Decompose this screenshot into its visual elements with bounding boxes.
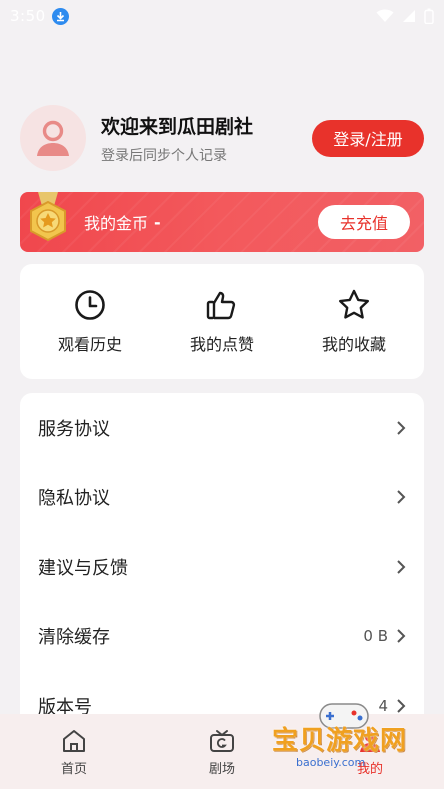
avatar[interactable] xyxy=(20,105,86,171)
thumbs-up-icon xyxy=(206,291,236,320)
status-time: 3:50 xyxy=(10,7,46,25)
menu-item-feedback[interactable]: 建议与反馈 xyxy=(20,532,424,602)
medal-icon xyxy=(30,192,66,242)
menu-item-clear-cache[interactable]: 清除缓存 0 B xyxy=(20,602,424,672)
download-icon xyxy=(51,7,69,25)
watermark-url: baobeiy.com xyxy=(296,756,366,769)
watermark-logo: 宝贝游戏网 baobeiy.com xyxy=(270,690,440,780)
coin-label: 我的金币 xyxy=(84,214,149,233)
quick-actions-card: 观看历史 我的点赞 我的收藏 xyxy=(20,264,424,379)
menu-label: 服务协议 xyxy=(38,418,110,440)
clock-icon xyxy=(75,290,105,320)
recharge-button[interactable]: 去充值 xyxy=(318,205,410,239)
wifi-icon xyxy=(376,9,394,22)
user-avatar-icon xyxy=(37,120,69,156)
home-icon xyxy=(63,730,85,752)
cache-size: 0 B xyxy=(363,627,388,646)
coin-banner: 我的金币 - 去充值 xyxy=(20,192,424,252)
star-icon xyxy=(339,289,369,319)
menu-label: 隐私协议 xyxy=(38,488,110,510)
quick-item-favorites[interactable]: 我的收藏 xyxy=(294,288,414,355)
menu-item-service-agreement[interactable]: 服务协议 xyxy=(20,393,424,463)
quick-item-label: 我的点赞 xyxy=(189,335,254,354)
status-bar: 3:50 xyxy=(0,0,444,32)
battery-icon xyxy=(424,8,434,24)
quick-item-label: 我的收藏 xyxy=(321,335,386,354)
nav-item-home[interactable]: 首页 xyxy=(0,714,148,789)
welcome-subtitle: 登录后同步个人记录 xyxy=(101,147,227,164)
signal-icon xyxy=(403,10,415,22)
quick-item-history[interactable]: 观看历史 xyxy=(30,288,150,355)
welcome-title: 欢迎来到瓜田剧社 xyxy=(101,115,254,138)
menu-item-privacy-agreement[interactable]: 隐私协议 xyxy=(20,463,424,533)
nav-label: 剧场 xyxy=(208,762,235,777)
login-register-button[interactable]: 登录/注册 xyxy=(312,119,424,157)
chevron-right-icon xyxy=(397,560,406,574)
watermark-text: 宝贝游戏网 xyxy=(272,726,408,756)
profile-header: 欢迎来到瓜田剧社 登录后同步个人记录 登录/注册 xyxy=(20,104,424,172)
chevron-right-icon xyxy=(397,490,406,504)
tv-icon xyxy=(210,730,234,752)
chevron-right-icon xyxy=(397,629,406,643)
menu-label: 建议与反馈 xyxy=(38,557,128,579)
chevron-right-icon xyxy=(397,421,406,435)
quick-item-label: 观看历史 xyxy=(57,335,122,354)
coin-value: - xyxy=(154,212,161,232)
quick-item-likes[interactable]: 我的点赞 xyxy=(162,288,282,355)
nav-label: 首页 xyxy=(60,762,87,777)
menu-label: 清除缓存 xyxy=(38,627,110,649)
